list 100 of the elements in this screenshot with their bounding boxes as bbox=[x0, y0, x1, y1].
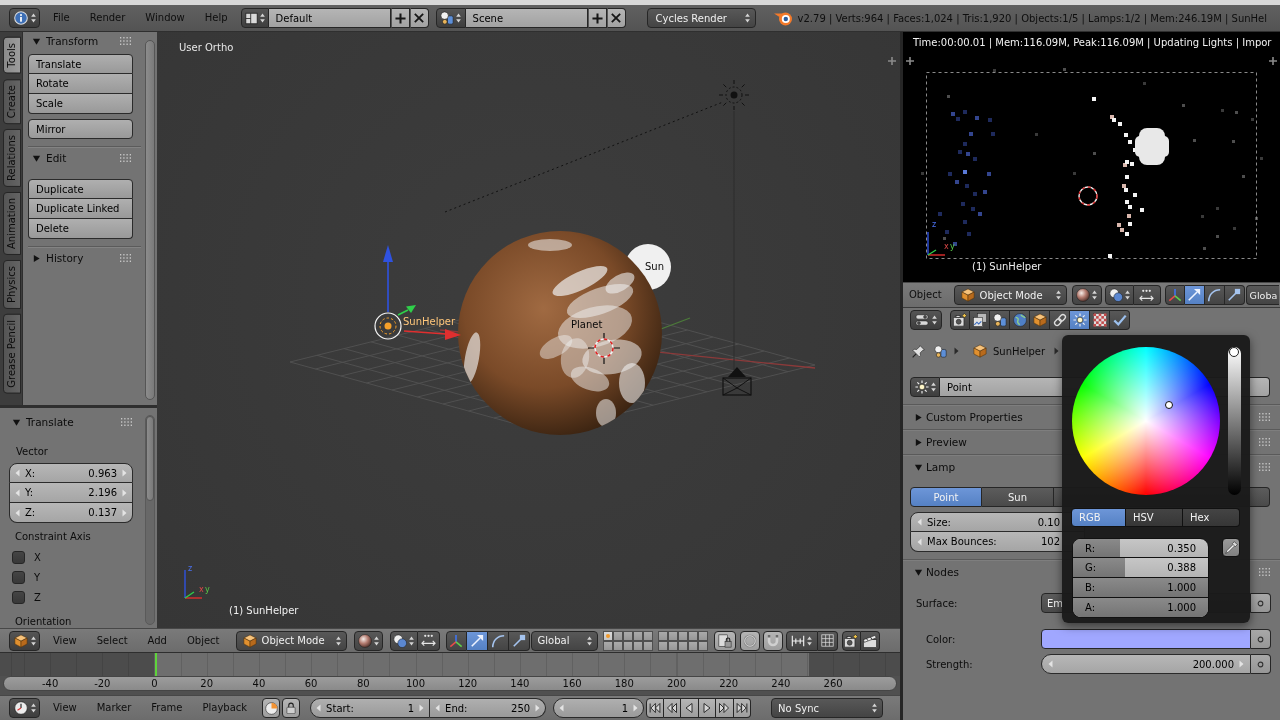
manipulator-button[interactable] bbox=[417, 630, 440, 651]
tool-button[interactable]: Translate bbox=[28, 54, 133, 74]
tool-button[interactable]: Scale bbox=[28, 94, 133, 114]
tool-button[interactable]: Rotate bbox=[28, 74, 133, 94]
context-tab[interactable] bbox=[970, 310, 990, 330]
context-tab[interactable] bbox=[1050, 310, 1070, 330]
value-slider[interactable] bbox=[1228, 347, 1241, 495]
panel-header[interactable]: Custom Properties bbox=[903, 405, 1280, 429]
scrollbar-thumb[interactable] bbox=[146, 416, 154, 501]
datablock-type-button[interactable] bbox=[910, 377, 940, 397]
shading-dropdown[interactable] bbox=[353, 630, 383, 651]
number-field[interactable]: Z: 0.137 bbox=[9, 503, 133, 523]
panel-header[interactable]: Translate bbox=[9, 411, 145, 433]
screen-layout-button[interactable] bbox=[240, 8, 269, 28]
layer-button[interactable] bbox=[677, 630, 688, 641]
plus-icon[interactable] bbox=[888, 57, 896, 65]
number-field[interactable]: 200.000 bbox=[1041, 654, 1251, 674]
layer-button[interactable] bbox=[622, 640, 633, 651]
plus-icon[interactable] bbox=[906, 57, 914, 65]
scrollbar[interactable] bbox=[145, 415, 155, 625]
number-field[interactable]: Y: 2.196 bbox=[9, 483, 133, 503]
color-channel-slider[interactable]: G: 0.388 bbox=[1072, 558, 1209, 578]
current-frame-field[interactable]: 1 bbox=[553, 698, 645, 718]
context-tab[interactable] bbox=[990, 310, 1010, 330]
snap-target-button[interactable] bbox=[817, 630, 838, 651]
color-channel-slider[interactable]: B: 1.000 bbox=[1072, 578, 1209, 598]
menu-item[interactable]: Select bbox=[86, 630, 138, 651]
color-mode-tab[interactable]: HSV bbox=[1126, 508, 1183, 527]
auto-keying-button[interactable] bbox=[262, 698, 281, 718]
layer-button[interactable] bbox=[632, 640, 643, 651]
playback-button[interactable] bbox=[716, 698, 734, 718]
manipulator-button[interactable] bbox=[1133, 285, 1161, 305]
number-field[interactable]: X: 0.963 bbox=[9, 463, 133, 483]
menu-item[interactable]: View bbox=[43, 630, 87, 651]
context-tab[interactable] bbox=[950, 310, 970, 330]
color-channel-slider[interactable]: R: 0.350 bbox=[1072, 538, 1209, 558]
layer-button[interactable] bbox=[657, 640, 668, 651]
playback-button[interactable] bbox=[681, 698, 699, 718]
start-frame-field[interactable]: Start: 1 bbox=[310, 698, 431, 718]
layer-button[interactable] bbox=[602, 630, 613, 641]
layer-button[interactable] bbox=[687, 640, 698, 651]
context-tab[interactable] bbox=[1090, 310, 1110, 330]
layer-button[interactable] bbox=[642, 640, 653, 651]
editor-type-button[interactable] bbox=[910, 310, 942, 330]
plus-icon[interactable] bbox=[1269, 57, 1277, 65]
layer-button[interactable] bbox=[602, 640, 613, 651]
manipulator-toggle[interactable] bbox=[1184, 285, 1205, 305]
pivot-dropdown[interactable] bbox=[1104, 285, 1134, 305]
panel-header[interactable]: Transform bbox=[28, 32, 145, 50]
panel-header[interactable]: Edit bbox=[28, 147, 145, 169]
end-frame-field[interactable]: End: 250 bbox=[430, 698, 547, 718]
lock-button[interactable] bbox=[282, 698, 301, 718]
layer-button[interactable] bbox=[657, 630, 668, 641]
editor-type-button[interactable] bbox=[9, 698, 40, 718]
color-mode-tab[interactable]: Hex bbox=[1183, 508, 1240, 527]
editor-type-button[interactable] bbox=[9, 8, 40, 28]
color-channel-slider[interactable]: A: 1.000 bbox=[1072, 598, 1209, 618]
context-tab[interactable] bbox=[1030, 310, 1050, 330]
lamp-type-button[interactable]: Sun bbox=[982, 487, 1054, 507]
layer-button[interactable] bbox=[612, 630, 623, 641]
layer-button[interactable] bbox=[632, 630, 643, 641]
shading-dropdown[interactable] bbox=[1071, 285, 1102, 305]
layer-button[interactable] bbox=[612, 640, 623, 651]
layer-button[interactable] bbox=[687, 630, 698, 641]
render-animation-button[interactable] bbox=[860, 630, 880, 651]
menu-item[interactable]: Object bbox=[176, 630, 230, 651]
layer-button[interactable] bbox=[622, 630, 633, 641]
panel-header[interactable]: History bbox=[28, 247, 145, 269]
manipulator-toggle[interactable] bbox=[487, 630, 509, 651]
pin-icon[interactable] bbox=[912, 344, 925, 358]
orientation-dropdown[interactable]: Global bbox=[530, 630, 598, 651]
context-tab[interactable] bbox=[1110, 310, 1130, 330]
tool-button[interactable]: Mirror bbox=[28, 119, 133, 139]
tool-button[interactable]: Delete bbox=[28, 219, 133, 239]
color-swatch[interactable] bbox=[1041, 629, 1251, 649]
menu-item[interactable]: Marker bbox=[86, 698, 142, 718]
snap-element-dropdown[interactable] bbox=[785, 630, 818, 651]
editor-type-button[interactable] bbox=[9, 630, 40, 651]
manipulator-toggle[interactable] bbox=[1224, 285, 1245, 305]
playback-button[interactable] bbox=[663, 698, 682, 718]
manipulator-toggle[interactable] bbox=[1204, 285, 1225, 305]
menu-item[interactable]: Add bbox=[137, 630, 177, 651]
manipulator-toggle[interactable] bbox=[1164, 285, 1185, 305]
mode-dropdown[interactable]: Object Mode bbox=[235, 630, 347, 651]
context-tab[interactable] bbox=[1010, 310, 1030, 330]
menu-item[interactable]: View bbox=[43, 698, 87, 718]
menu-item[interactable]: Frame bbox=[141, 698, 193, 718]
manipulator-toggle[interactable] bbox=[445, 630, 467, 651]
shelf-tab[interactable]: Tools bbox=[3, 37, 21, 74]
panel-header[interactable]: Preview bbox=[903, 430, 1280, 454]
render-image-button[interactable] bbox=[841, 630, 861, 651]
tool-button[interactable]: Duplicate Linked bbox=[28, 199, 133, 219]
x-axis-arrow[interactable] bbox=[403, 329, 461, 340]
context-tab[interactable] bbox=[1070, 310, 1090, 330]
layout-name-field[interactable]: Default bbox=[268, 8, 391, 28]
proportional-edit-button[interactable] bbox=[739, 630, 760, 651]
scene-name-field[interactable]: Scene bbox=[465, 8, 588, 28]
sync-mode-dropdown[interactable]: No Sync bbox=[771, 698, 884, 718]
lamp-type-button[interactable]: Point bbox=[910, 487, 982, 507]
menu-item[interactable]: Playback bbox=[192, 698, 258, 718]
